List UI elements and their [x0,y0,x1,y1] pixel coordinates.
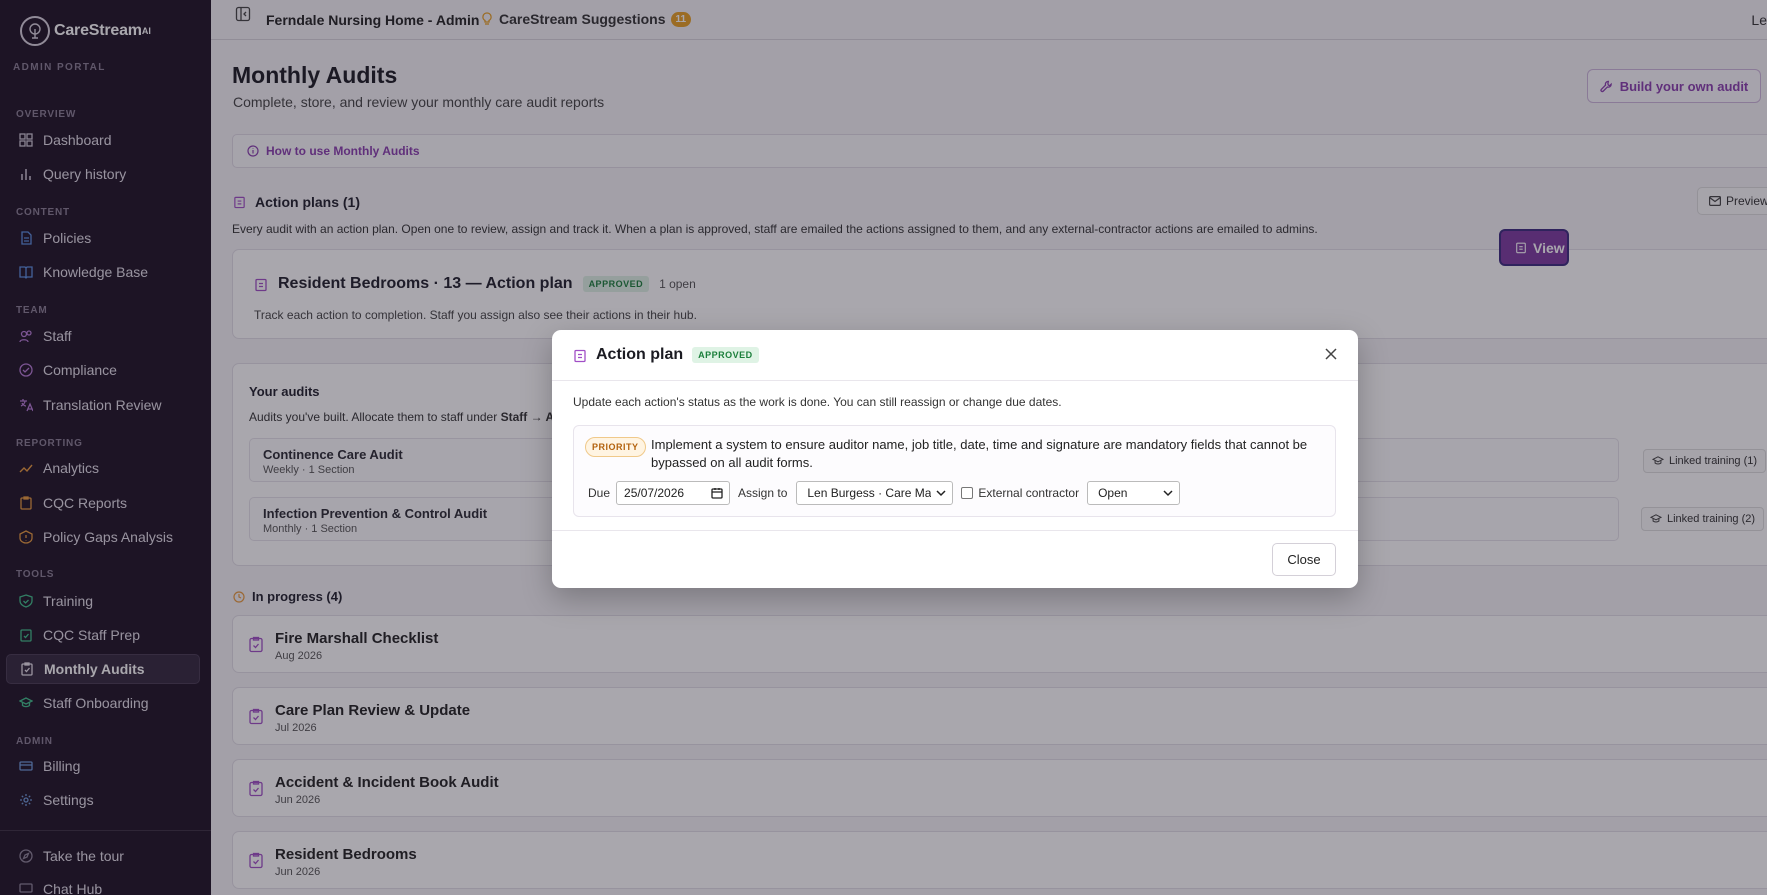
status-select[interactable]: Open [1087,481,1181,505]
action-controls: Due 25/07/2026 Assign to Len Burgess · C… [588,481,1181,505]
chevron-down-icon [936,490,946,497]
close-icon[interactable] [1320,343,1342,365]
status-badge: APPROVED [692,347,759,363]
due-date-input[interactable]: 25/07/2026 [616,481,731,505]
due-label: Due [588,486,611,500]
close-button[interactable]: Close [1272,543,1336,576]
modal-header: Action plan APPROVED [552,330,1358,381]
chevron-down-icon [1163,490,1173,497]
external-contractor-label: External contractor [978,486,1080,500]
assign-label: Assign to [738,486,788,500]
modal-description: Update each action's status as the work … [573,395,1062,409]
assign-select[interactable]: Len Burgess · Care Mana [796,481,954,505]
clipboard-icon [573,348,587,363]
priority-badge: PRIORITY [585,437,646,457]
status-value: Open [1098,486,1128,500]
external-contractor-checkbox[interactable] [961,487,974,499]
action-item: PRIORITY Implement a system to ensure au… [573,425,1336,517]
due-date-value: 25/07/2026 [624,486,685,500]
calendar-icon[interactable] [711,487,723,499]
assign-value: Len Burgess · Care Mana [807,486,932,500]
action-plan-modal: Action plan APPROVED Update each action'… [552,330,1358,588]
modal-footer-divider [552,530,1358,531]
modal-title: Action plan [596,346,684,363]
action-text: Implement a system to ensure auditor nam… [651,437,1308,470]
